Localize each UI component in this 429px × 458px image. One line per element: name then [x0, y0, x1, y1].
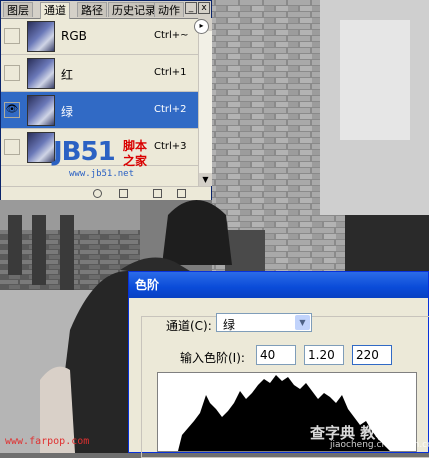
- new-channel-icon[interactable]: [153, 189, 162, 198]
- visibility-toggle[interactable]: [4, 28, 20, 44]
- input-levels-label: 输入色阶(I):: [180, 351, 245, 365]
- channel-shortcut: Ctrl+~: [154, 30, 189, 41]
- tutorial-site-url: jiaocheng.chazidian.com: [330, 440, 429, 450]
- channel-row-red[interactable]: 红 Ctrl+1: [1, 55, 198, 92]
- watermark-url: www.jb51.net: [69, 169, 135, 179]
- dialog-title[interactable]: 色阶: [129, 272, 428, 298]
- minimize-button[interactable]: _: [185, 2, 197, 14]
- panel-scrollbar[interactable]: ▲ ▼: [198, 18, 212, 186]
- tab-history[interactable]: 历史记录: [108, 2, 160, 17]
- channel-row-green[interactable]: 👁 绿 Ctrl+2: [1, 92, 198, 129]
- channel-select[interactable]: 绿 ▼: [216, 313, 312, 332]
- photo-credit: www.farpop.com: [5, 436, 90, 447]
- visibility-toggle[interactable]: [4, 65, 20, 81]
- save-selection-icon[interactable]: [119, 189, 128, 198]
- watermark-logo: JB51: [53, 137, 116, 167]
- tab-actions[interactable]: 动作: [154, 2, 184, 17]
- close-button[interactable]: x: [198, 2, 210, 14]
- site-watermark: JB51 脚本 之家 www.jb51.net: [53, 137, 163, 185]
- load-selection-icon[interactable]: [93, 189, 102, 198]
- channel-name: RGB: [61, 29, 87, 43]
- tab-paths[interactable]: 路径: [77, 2, 107, 17]
- channels-panel: 图层 通道 路径 历史记录 动作 _ x RGB Ctrl+~ 红 Ctrl+1…: [0, 0, 212, 200]
- channel-label: 通道(C):: [164, 317, 214, 334]
- eye-icon[interactable]: 👁: [4, 102, 20, 118]
- watermark-line2: 之家: [123, 154, 148, 168]
- channel-shortcut: Ctrl+2: [154, 104, 187, 115]
- channel-shortcut: Ctrl+1: [154, 67, 187, 78]
- channel-thumbnail: [27, 132, 55, 163]
- channel-select-value: 绿: [223, 318, 236, 332]
- scroll-down-icon[interactable]: ▼: [199, 173, 212, 186]
- tab-channels[interactable]: 通道: [40, 2, 70, 19]
- tab-layers[interactable]: 图层: [3, 2, 33, 17]
- input-white-field[interactable]: 220: [352, 345, 392, 365]
- input-gamma-field[interactable]: 1.20: [304, 345, 344, 365]
- panel-menu-icon[interactable]: ▸: [194, 19, 209, 34]
- channel-row-rgb[interactable]: RGB Ctrl+~: [1, 18, 198, 55]
- visibility-toggle[interactable]: [4, 139, 20, 155]
- chevron-down-icon[interactable]: ▼: [295, 315, 310, 330]
- channel-thumbnail: [27, 21, 55, 52]
- channel-thumbnail: [27, 58, 55, 89]
- panel-footer: [1, 186, 211, 200]
- panel-tabbar: 图层 通道 路径 历史记录 动作 _ x: [1, 1, 211, 19]
- trash-icon[interactable]: [177, 189, 186, 198]
- channel-name: 绿: [61, 105, 74, 119]
- input-black-field[interactable]: 40: [256, 345, 296, 365]
- channel-thumbnail: [27, 95, 55, 126]
- channel-name: 红: [61, 68, 74, 82]
